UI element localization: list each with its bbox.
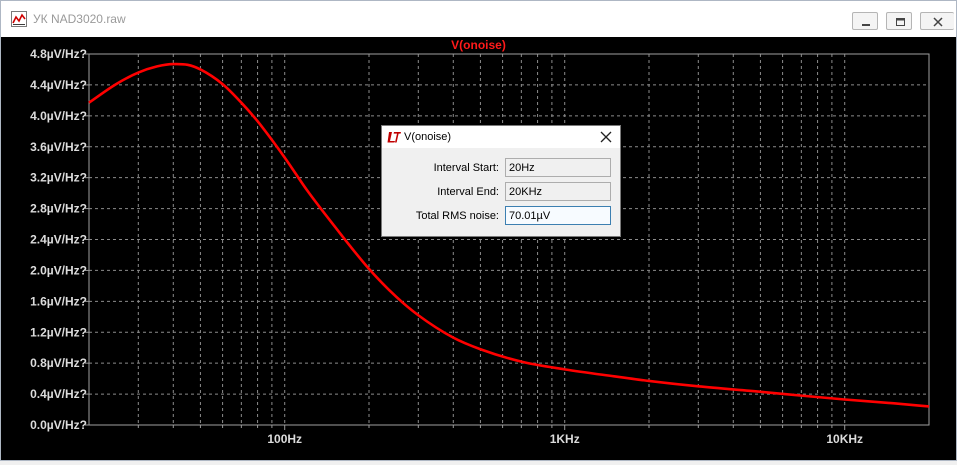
close-button[interactable] [920, 12, 954, 30]
total-rms-noise-label: Total RMS noise: [415, 210, 499, 222]
x-tick-label: 1KHz [550, 432, 580, 446]
y-tick-label: 4.4µV/Hz? [30, 78, 87, 92]
y-tick-label: 3.2µV/Hz? [30, 171, 87, 185]
y-tick-label: 2.8µV/Hz? [30, 202, 87, 216]
ltspice-logo-icon [387, 132, 401, 143]
minimize-icon [862, 24, 870, 26]
y-tick-label: 2.4µV/Hz? [30, 233, 87, 247]
interval-end-field[interactable]: 20KHz [505, 182, 611, 201]
interval-start-label: Interval Start: [433, 162, 499, 174]
plot-grid [89, 54, 929, 425]
close-icon[interactable] [598, 129, 614, 145]
noise-plot[interactable]: 0.0µV/Hz? 0.4µV/Hz? 0.8µV/Hz? 1.2µV/Hz? 1.6µ… [1, 37, 956, 460]
restore-button[interactable] [886, 12, 912, 30]
y-tick-label: 1.2µV/Hz? [30, 325, 87, 339]
y-tick-label: 0.8µV/Hz? [30, 356, 87, 370]
y-tick-label: 2.0µV/Hz? [30, 263, 87, 277]
interval-start-row: Interval Start: 20Hz [382, 158, 620, 178]
interval-start-field[interactable]: 20Hz [505, 158, 611, 177]
dialog-title: V(onoise) [404, 131, 452, 143]
noise-integration-dialog: V(onoise) Interval Start: 20Hz Interval … [381, 125, 621, 237]
y-tick-label: 3.6µV/Hz? [30, 140, 87, 154]
y-tick-label: 1.6µV/Hz? [30, 294, 87, 308]
interval-end-row: Interval End: 20KHz [382, 182, 620, 202]
waveform-window: УК NAD3020.raw V(onoise) 0.0µV/Hz? 0.4µV/… [0, 0, 957, 461]
restore-icon [896, 18, 905, 26]
plot-axes: 0.0µV/Hz? 0.4µV/Hz? 0.8µV/Hz? 1.2µV/Hz? 1.6µ… [30, 47, 930, 446]
x-tick-label: 10KHz [826, 432, 863, 446]
y-tick-label: 0.4µV/Hz? [30, 387, 87, 401]
window-title: УК NAD3020.raw [33, 12, 126, 26]
total-rms-noise-row: Total RMS noise: 70.01µV [382, 206, 620, 226]
window-titlebar[interactable]: УК NAD3020.raw [1, 1, 956, 37]
interval-end-label: Interval End: [437, 186, 499, 198]
y-tick-label: 0.0µV/Hz? [30, 418, 87, 432]
y-tick-label: 4.0µV/Hz? [30, 109, 87, 123]
plot-title[interactable]: V(onoise) [1, 38, 956, 52]
x-tick-label: 100Hz [267, 432, 302, 446]
close-icon [933, 17, 943, 27]
minimize-button[interactable] [852, 12, 878, 30]
plot-area[interactable]: V(onoise) 0.0µV/Hz? 0.4µV/Hz? 0.8µV/Hz? 1.2… [1, 37, 956, 460]
dialog-titlebar[interactable]: V(onoise) [382, 126, 620, 148]
total-rms-noise-field[interactable]: 70.01µV [505, 206, 611, 225]
waveform-app-icon [11, 11, 27, 27]
